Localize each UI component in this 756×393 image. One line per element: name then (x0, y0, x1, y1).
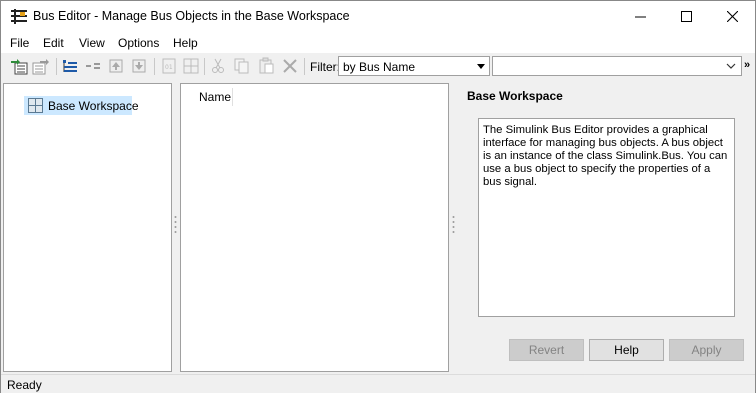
toolbar-separator (204, 58, 205, 75)
revert-button[interactable]: Revert (509, 339, 584, 361)
bus-block-icon[interactable] (182, 57, 200, 75)
svg-text:01: 01 (165, 64, 173, 71)
minimize-button[interactable] (617, 1, 663, 32)
menu-file[interactable]: File (10, 36, 29, 50)
menu-options[interactable]: Options (118, 36, 159, 50)
help-button[interactable]: Help (589, 339, 664, 361)
bus-editor-app-icon (11, 9, 27, 24)
window-title: Bus Editor - Manage Bus Objects in the B… (33, 9, 350, 23)
apply-button[interactable]: Apply (669, 339, 744, 361)
workspace-tree[interactable]: Base Workspace (3, 83, 172, 372)
menu-edit[interactable]: Edit (43, 36, 64, 50)
chevron-down-icon[interactable] (726, 60, 736, 72)
menu-view[interactable]: View (79, 36, 105, 50)
cut-icon[interactable] (209, 57, 227, 75)
maximize-icon (680, 11, 692, 22)
delete-icon[interactable] (281, 57, 299, 75)
splitter-handle[interactable] (452, 215, 455, 236)
status-bar: Ready (1, 374, 755, 393)
description-box: The Simulink Bus Editor provides a graph… (478, 118, 735, 317)
splitter-handle[interactable] (174, 215, 177, 236)
status-text: Ready (7, 378, 42, 392)
maximize-button[interactable] (663, 1, 709, 32)
dropdown-arrow-icon (477, 64, 485, 69)
create-simulink-bus-icon[interactable]: 01 (160, 57, 178, 75)
filter-label: Filter: (310, 60, 340, 74)
move-down-icon[interactable] (130, 57, 148, 75)
tree-item-label: Base Workspace (48, 99, 139, 113)
title-bar: Bus Editor - Manage Bus Objects in the B… (1, 1, 755, 32)
export-icon[interactable] (32, 57, 50, 75)
menu-bar: File Edit View Options Help (1, 32, 755, 53)
add-bus-icon[interactable] (61, 57, 79, 75)
menu-help[interactable]: Help (173, 36, 198, 50)
column-header-name[interactable]: Name (193, 88, 233, 106)
add-element-icon[interactable] (84, 57, 102, 75)
toolbar-separator (304, 58, 305, 75)
filter-mode-value: by Bus Name (343, 60, 416, 74)
toolbar-separator (154, 58, 155, 75)
close-button[interactable] (709, 1, 755, 32)
copy-icon[interactable] (233, 57, 251, 75)
paste-icon[interactable] (257, 57, 275, 75)
details-title: Base Workspace (467, 89, 563, 103)
bus-editor-window: Bus Editor - Manage Bus Objects in the B… (0, 0, 756, 393)
bus-object-list[interactable]: Name (180, 83, 449, 372)
minimize-icon (634, 16, 646, 18)
filter-text-combobox[interactable] (492, 56, 742, 76)
toolbar-overflow-icon[interactable]: » (744, 59, 750, 71)
filter-mode-dropdown[interactable]: by Bus Name (338, 56, 490, 76)
move-up-icon[interactable] (107, 57, 125, 75)
close-icon (726, 11, 738, 22)
tree-item-base-workspace[interactable]: Base Workspace (24, 96, 139, 115)
workspace-grid-icon (28, 98, 43, 113)
toolbar-separator (56, 58, 57, 75)
import-icon[interactable] (10, 57, 28, 75)
